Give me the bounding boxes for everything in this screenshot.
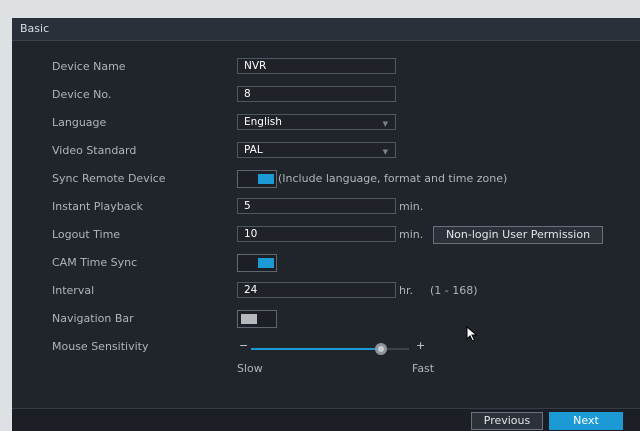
plus-icon[interactable]: + [416, 339, 425, 352]
previous-button[interactable]: Previous [471, 412, 543, 430]
toggle-knob [241, 314, 257, 324]
language-label: Language [52, 116, 107, 129]
sync-remote-note: (Include language, format and time zone) [278, 172, 508, 185]
navigation-bar-toggle[interactable] [237, 310, 277, 328]
window-title: Basic [20, 22, 50, 35]
interval-unit: hr. [399, 284, 413, 297]
mouse-pointer-icon [466, 326, 478, 342]
slider-handle[interactable] [374, 343, 387, 355]
mouse-sensitivity-slider[interactable]: − + [237, 338, 427, 360]
device-name-label: Device Name [52, 60, 126, 73]
interval-value: 24 [244, 284, 258, 296]
slider-fill [251, 348, 381, 350]
logout-time-label: Logout Time [52, 228, 121, 241]
mouse-sensitivity-label: Mouse Sensitivity [52, 340, 149, 353]
device-no-value: 8 [244, 88, 251, 100]
video-standard-value: PAL [244, 144, 263, 156]
instant-playback-value: 5 [244, 200, 251, 212]
interval-input[interactable]: 24 [237, 282, 396, 298]
logout-time-input[interactable]: 10 [237, 226, 396, 242]
video-standard-label: Video Standard [52, 144, 137, 157]
basic-settings-panel: Basic Device Name NVR Device No. 8 Langu… [12, 18, 640, 431]
toggle-knob [258, 258, 274, 268]
sync-remote-device-toggle[interactable] [237, 170, 277, 188]
cam-time-sync-label: CAM Time Sync [52, 256, 138, 269]
device-name-value: NVR [244, 60, 267, 72]
next-button[interactable]: Next [549, 412, 623, 430]
sync-remote-device-label: Sync Remote Device [52, 172, 166, 185]
footer-bar: Previous Next [12, 408, 640, 431]
language-select[interactable]: English ▼ [237, 114, 396, 130]
device-no-input[interactable]: 8 [237, 86, 396, 102]
logout-time-value: 10 [244, 228, 258, 240]
fast-label: Fast [412, 362, 435, 375]
interval-range: (1 - 168) [430, 284, 478, 297]
slow-label: Slow [237, 362, 263, 375]
non-login-user-permission-button[interactable]: Non-login User Permission [433, 226, 603, 244]
interval-label: Interval [52, 284, 95, 297]
logout-time-unit: min. [399, 228, 424, 241]
video-standard-select[interactable]: PAL ▼ [237, 142, 396, 158]
instant-playback-label: Instant Playback [52, 200, 143, 213]
device-no-label: Device No. [52, 88, 112, 101]
device-name-input[interactable]: NVR [237, 58, 396, 74]
caret-down-icon: ▼ [382, 148, 388, 156]
navigation-bar-label: Navigation Bar [52, 312, 134, 325]
cam-time-sync-toggle[interactable] [237, 254, 277, 272]
toggle-knob [258, 174, 274, 184]
instant-playback-input[interactable]: 5 [237, 198, 396, 214]
instant-playback-unit: min. [399, 200, 424, 213]
caret-down-icon: ▼ [382, 120, 388, 128]
title-bar: Basic [12, 18, 640, 41]
language-value: English [244, 116, 282, 128]
minus-icon[interactable]: − [239, 339, 248, 352]
